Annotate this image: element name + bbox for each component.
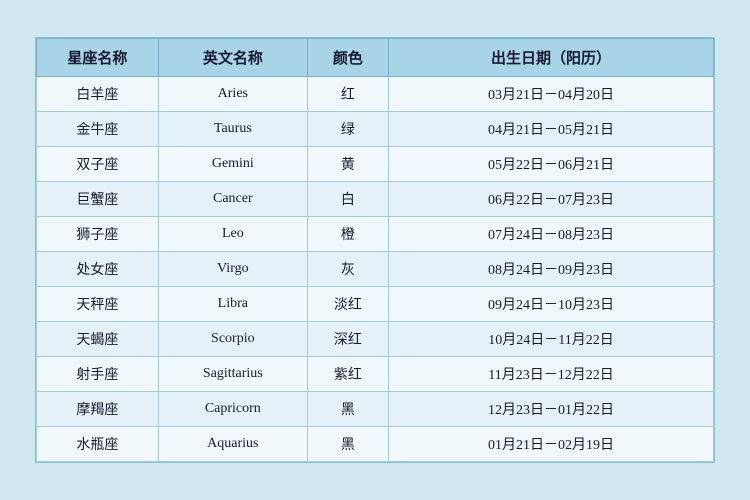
table-body: 白羊座Aries红03月21日－04月20日金牛座Taurus绿04月21日－0… xyxy=(37,77,714,462)
table-header-row: 星座名称 英文名称 颜色 出生日期（阳历） xyxy=(37,39,714,77)
cell-date: 12月23日－01月22日 xyxy=(389,392,714,427)
cell-color: 黑 xyxy=(307,427,388,462)
table-row: 狮子座Leo橙07月24日－08月23日 xyxy=(37,217,714,252)
cell-date: 10月24日－11月22日 xyxy=(389,322,714,357)
cell-date: 05月22日－06月21日 xyxy=(389,147,714,182)
cell-english-name: Aquarius xyxy=(158,427,307,462)
cell-color: 绿 xyxy=(307,112,388,147)
cell-date: 03月21日－04月20日 xyxy=(389,77,714,112)
table-row: 水瓶座Aquarius黑01月21日－02月19日 xyxy=(37,427,714,462)
cell-english-name: Scorpio xyxy=(158,322,307,357)
cell-chinese-name: 金牛座 xyxy=(37,112,159,147)
table-row: 白羊座Aries红03月21日－04月20日 xyxy=(37,77,714,112)
table-row: 射手座Sagittarius紫红11月23日－12月22日 xyxy=(37,357,714,392)
cell-date: 09月24日－10月23日 xyxy=(389,287,714,322)
cell-english-name: Leo xyxy=(158,217,307,252)
table-row: 巨蟹座Cancer白06月22日－07月23日 xyxy=(37,182,714,217)
cell-english-name: Capricorn xyxy=(158,392,307,427)
header-color: 颜色 xyxy=(307,39,388,77)
cell-chinese-name: 水瓶座 xyxy=(37,427,159,462)
table-row: 金牛座Taurus绿04月21日－05月21日 xyxy=(37,112,714,147)
zodiac-table: 星座名称 英文名称 颜色 出生日期（阳历） 白羊座Aries红03月21日－04… xyxy=(36,38,714,462)
table-row: 天秤座Libra淡红09月24日－10月23日 xyxy=(37,287,714,322)
cell-date: 01月21日－02月19日 xyxy=(389,427,714,462)
cell-chinese-name: 天蝎座 xyxy=(37,322,159,357)
cell-chinese-name: 天秤座 xyxy=(37,287,159,322)
cell-english-name: Virgo xyxy=(158,252,307,287)
cell-english-name: Cancer xyxy=(158,182,307,217)
cell-chinese-name: 狮子座 xyxy=(37,217,159,252)
table-row: 摩羯座Capricorn黑12月23日－01月22日 xyxy=(37,392,714,427)
cell-color: 深红 xyxy=(307,322,388,357)
table-row: 天蝎座Scorpio深红10月24日－11月22日 xyxy=(37,322,714,357)
cell-english-name: Gemini xyxy=(158,147,307,182)
cell-chinese-name: 处女座 xyxy=(37,252,159,287)
cell-english-name: Aries xyxy=(158,77,307,112)
table-row: 双子座Gemini黄05月22日－06月21日 xyxy=(37,147,714,182)
cell-english-name: Taurus xyxy=(158,112,307,147)
cell-color: 紫红 xyxy=(307,357,388,392)
cell-chinese-name: 摩羯座 xyxy=(37,392,159,427)
cell-color: 红 xyxy=(307,77,388,112)
cell-color: 白 xyxy=(307,182,388,217)
cell-english-name: Libra xyxy=(158,287,307,322)
cell-chinese-name: 双子座 xyxy=(37,147,159,182)
cell-color: 淡红 xyxy=(307,287,388,322)
cell-color: 灰 xyxy=(307,252,388,287)
cell-color: 黄 xyxy=(307,147,388,182)
cell-english-name: Sagittarius xyxy=(158,357,307,392)
header-chinese-name: 星座名称 xyxy=(37,39,159,77)
cell-date: 06月22日－07月23日 xyxy=(389,182,714,217)
cell-chinese-name: 巨蟹座 xyxy=(37,182,159,217)
cell-date: 11月23日－12月22日 xyxy=(389,357,714,392)
cell-color: 黑 xyxy=(307,392,388,427)
cell-chinese-name: 白羊座 xyxy=(37,77,159,112)
header-english-name: 英文名称 xyxy=(158,39,307,77)
cell-color: 橙 xyxy=(307,217,388,252)
zodiac-table-container: 星座名称 英文名称 颜色 出生日期（阳历） 白羊座Aries红03月21日－04… xyxy=(35,37,715,463)
cell-date: 07月24日－08月23日 xyxy=(389,217,714,252)
cell-chinese-name: 射手座 xyxy=(37,357,159,392)
cell-date: 04月21日－05月21日 xyxy=(389,112,714,147)
header-date: 出生日期（阳历） xyxy=(389,39,714,77)
cell-date: 08月24日－09月23日 xyxy=(389,252,714,287)
table-row: 处女座Virgo灰08月24日－09月23日 xyxy=(37,252,714,287)
